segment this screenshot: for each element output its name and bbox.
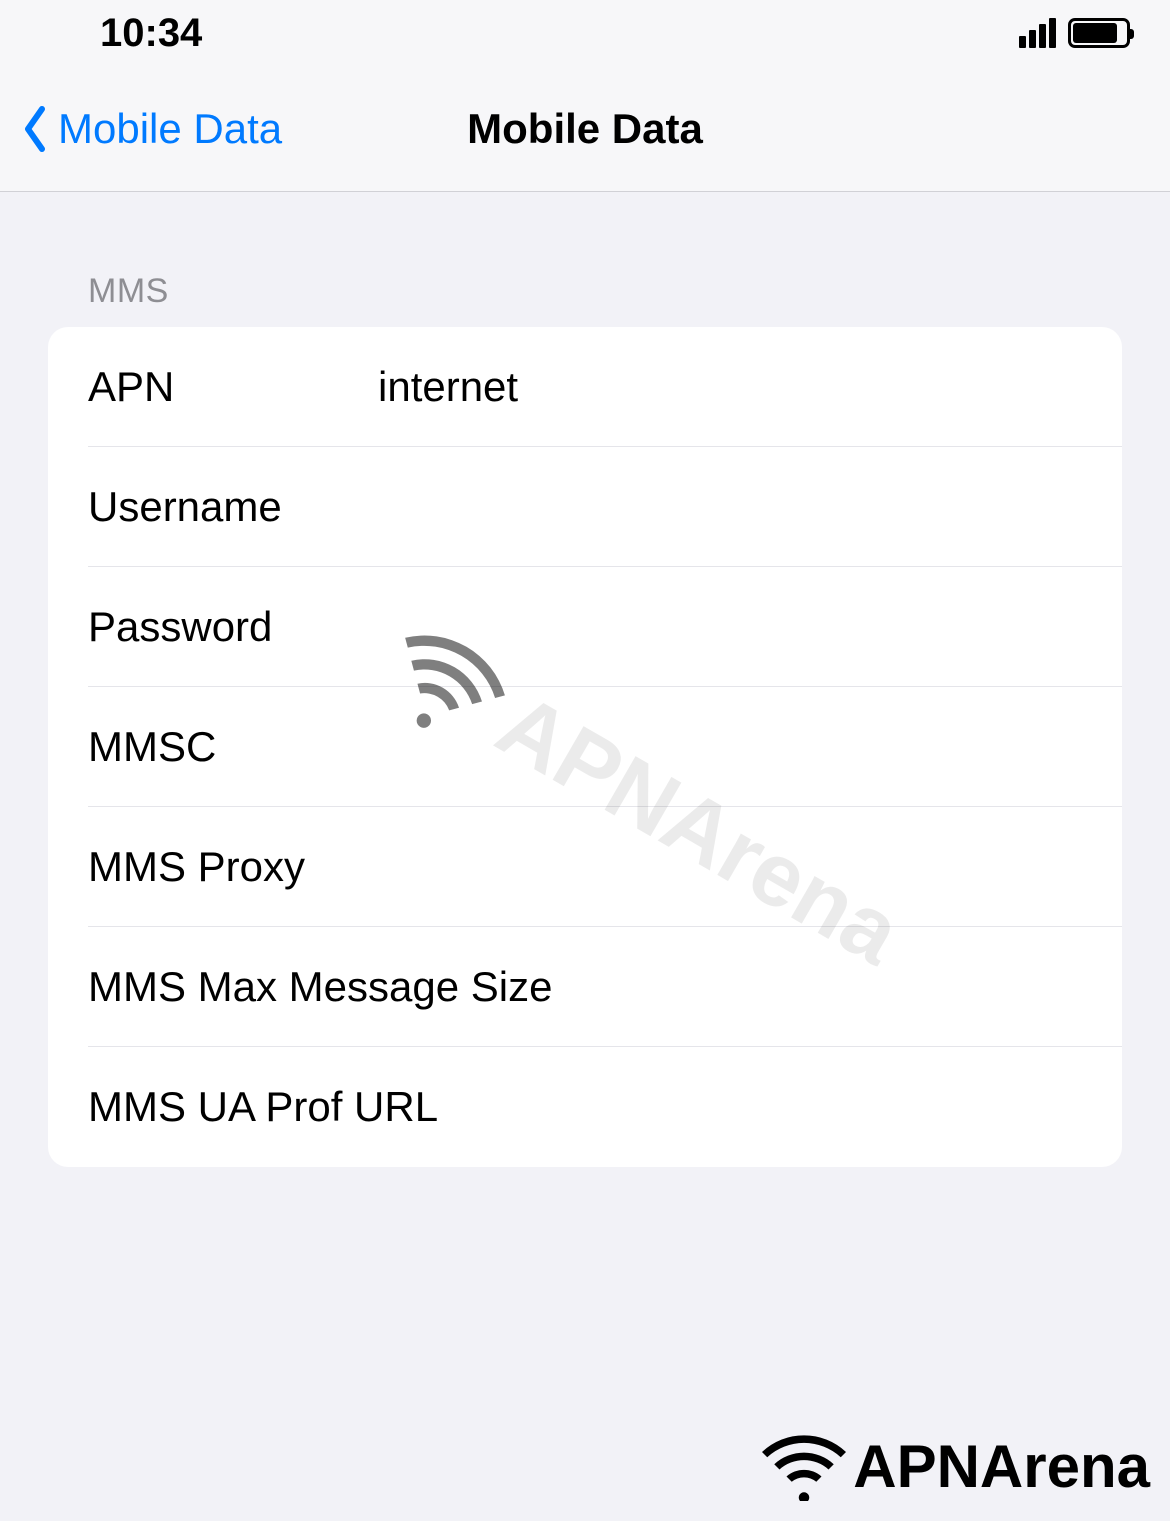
status-time: 10:34 xyxy=(100,11,202,56)
mmsc-row[interactable]: MMSC xyxy=(48,687,1122,807)
mms-max-size-label: MMS Max Message Size xyxy=(88,963,552,1011)
battery-icon xyxy=(1068,18,1130,48)
mms-proxy-row[interactable]: MMS Proxy xyxy=(48,807,1122,927)
mms-ua-prof-row[interactable]: MMS UA Prof URL xyxy=(48,1047,1122,1167)
password-row[interactable]: Password xyxy=(48,567,1122,687)
apn-row[interactable]: APN xyxy=(48,327,1122,447)
footer-logo: APNArena xyxy=(759,1431,1150,1501)
mms-settings-group: APN Username Password MMSC MMS Proxy MMS… xyxy=(48,327,1122,1167)
username-label: Username xyxy=(88,483,378,531)
navigation-bar: Mobile Data Mobile Data xyxy=(0,66,1170,192)
password-label: Password xyxy=(88,603,378,651)
back-label: Mobile Data xyxy=(58,105,282,153)
back-button[interactable]: Mobile Data xyxy=(20,105,282,153)
page-title: Mobile Data xyxy=(467,105,703,153)
password-input[interactable] xyxy=(378,603,1082,651)
mmsc-label: MMSC xyxy=(88,723,378,771)
mms-ua-prof-input[interactable] xyxy=(438,1083,1082,1131)
mmsc-input[interactable] xyxy=(378,723,1082,771)
mms-max-size-input[interactable] xyxy=(552,963,1093,1011)
wifi-icon xyxy=(759,1431,849,1501)
username-row[interactable]: Username xyxy=(48,447,1122,567)
mms-max-size-row[interactable]: MMS Max Message Size xyxy=(48,927,1122,1047)
cellular-signal-icon xyxy=(1019,18,1056,48)
section-header-mms: MMS xyxy=(48,272,1122,327)
status-indicators xyxy=(1019,18,1130,48)
footer-logo-text: APNArena xyxy=(853,1432,1150,1501)
mms-ua-prof-label: MMS UA Prof URL xyxy=(88,1083,438,1131)
status-bar: 10:34 xyxy=(0,0,1170,66)
mms-proxy-input[interactable] xyxy=(378,843,1082,891)
apn-input[interactable] xyxy=(378,363,1082,411)
mms-proxy-label: MMS Proxy xyxy=(88,843,378,891)
content-area: MMS APN Username Password MMSC MMS Proxy xyxy=(0,192,1170,1167)
apn-label: APN xyxy=(88,363,378,411)
chevron-left-icon xyxy=(20,105,50,153)
username-input[interactable] xyxy=(378,483,1082,531)
